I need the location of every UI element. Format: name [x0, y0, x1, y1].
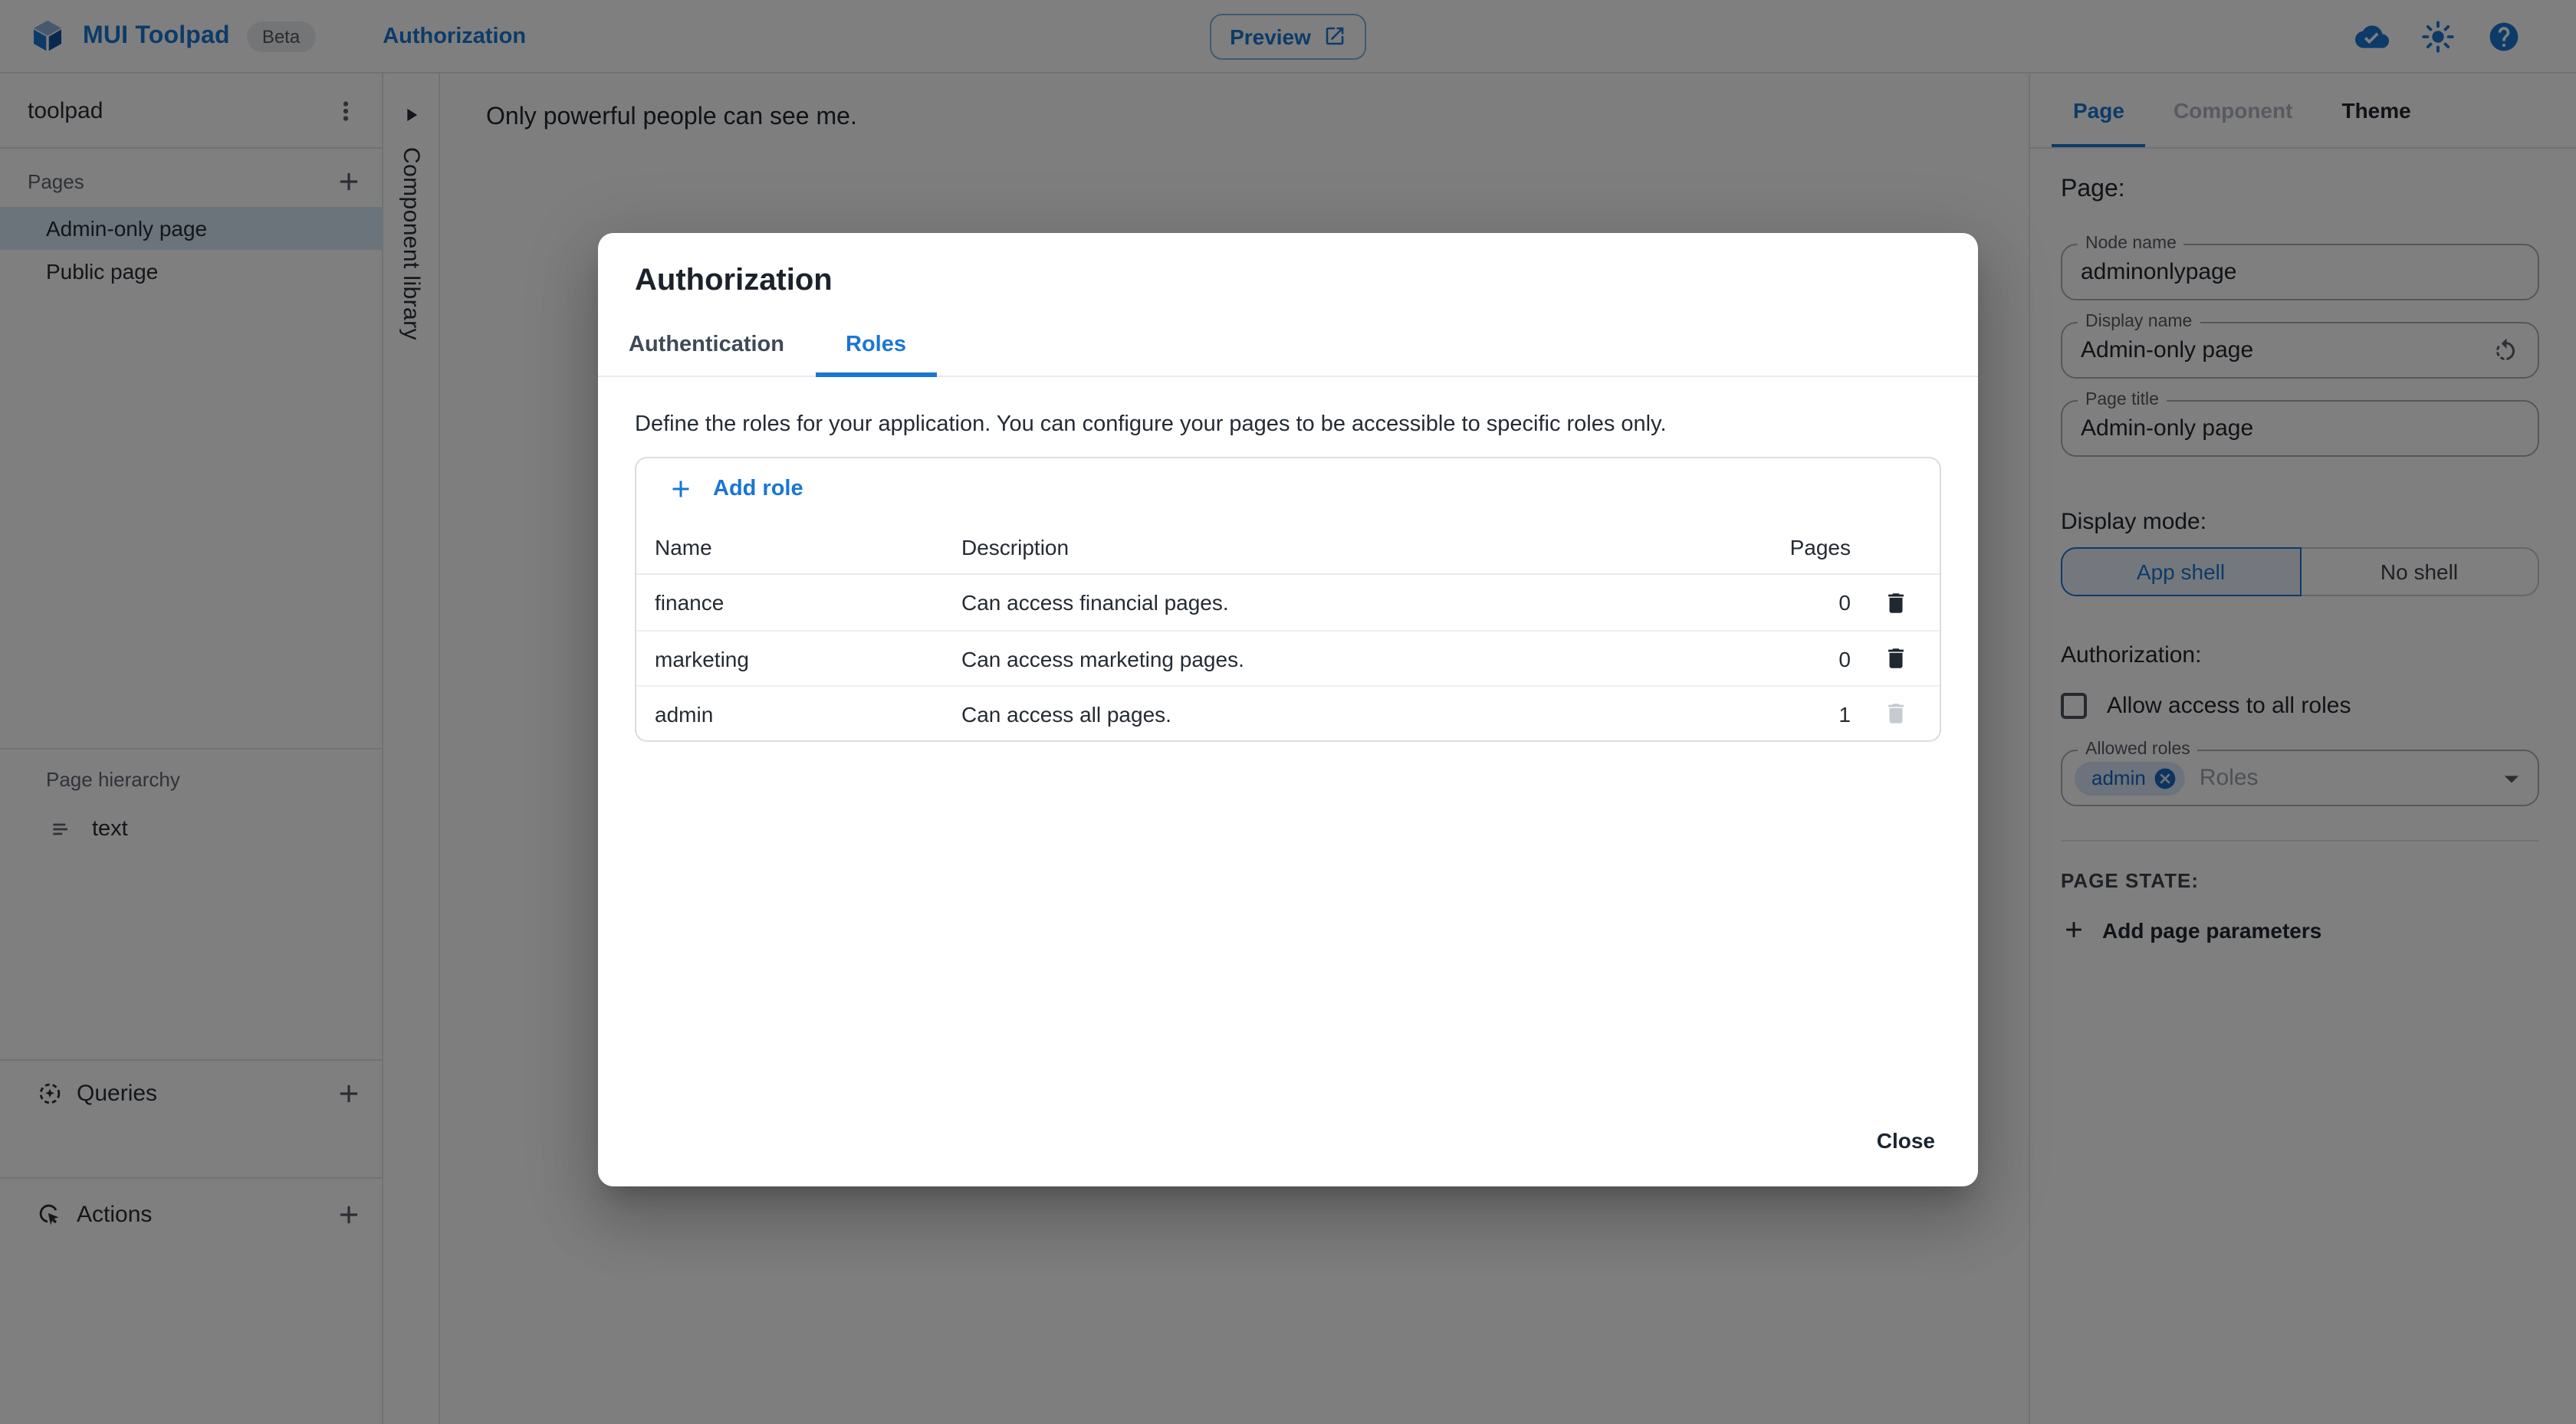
add-role-label: Add role — [713, 477, 803, 501]
trash-icon — [1888, 704, 1903, 723]
roles-description: Define the roles for your application. Y… — [635, 412, 1667, 437]
role-pages-count: 1 — [1838, 701, 1851, 726]
role-pages-count: 0 — [1838, 646, 1851, 671]
role-name: marketing — [655, 646, 749, 671]
roles-table-container: Add role Name Description Pages finance … — [635, 457, 1941, 742]
delete-role-button[interactable] — [1882, 645, 1908, 671]
roles-table-header: Name Description Pages — [636, 520, 1940, 575]
role-name: admin — [655, 701, 714, 726]
dialog-content: Define the roles for your application. Y… — [598, 377, 1978, 1101]
authorization-dialog: Authorization Authentication Roles Defin… — [598, 233, 1978, 1186]
column-name: Name — [655, 534, 712, 559]
table-row-marketing: marketing Can access marketing pages. 0 — [636, 630, 1940, 685]
role-name: finance — [655, 590, 724, 615]
column-pages: Pages — [1789, 534, 1851, 559]
role-description: Can access all pages. — [961, 701, 1171, 726]
role-description: Can access financial pages. — [961, 590, 1229, 615]
dialog-tabs: Authentication Roles — [598, 314, 1978, 377]
delete-role-button[interactable] — [1882, 589, 1908, 615]
dialog-title: Authorization — [635, 264, 833, 297]
plus-icon — [672, 481, 689, 497]
delete-role-button-disabled — [1882, 701, 1908, 727]
table-row-admin: admin Can access all pages. 1 — [636, 685, 1940, 740]
table-row-finance: finance Can access financial pages. 0 — [636, 575, 1940, 630]
close-dialog-button[interactable]: Close — [1865, 1119, 1947, 1162]
dialog-actions: Close — [598, 1101, 1978, 1186]
trash-icon — [1888, 648, 1903, 668]
tab-authentication[interactable]: Authentication — [598, 314, 815, 376]
role-pages-count: 0 — [1838, 590, 1851, 615]
trash-icon — [1888, 592, 1903, 612]
tab-roles[interactable]: Roles — [815, 314, 937, 377]
role-description: Can access marketing pages. — [961, 646, 1244, 671]
add-role-button[interactable]: Add role — [636, 458, 1940, 520]
app-window: MUI Toolpad Beta Authorization Preview — [0, 0, 2576, 1424]
column-description: Description — [961, 534, 1070, 559]
